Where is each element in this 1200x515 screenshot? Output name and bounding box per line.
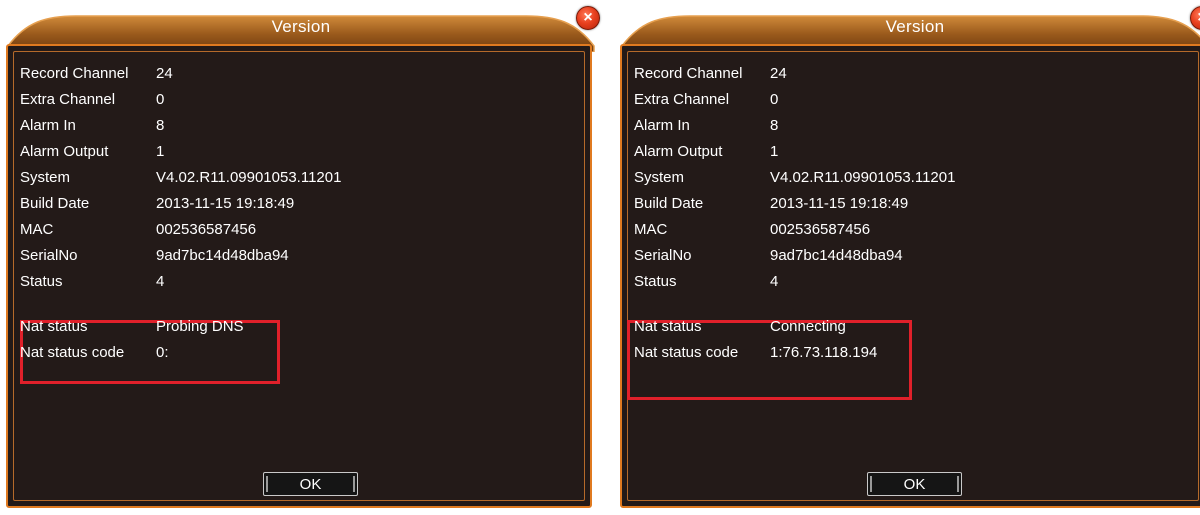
info-label: SerialNo bbox=[20, 247, 78, 264]
ok-button[interactable]: OK bbox=[263, 472, 358, 496]
info-row-build-date: Build Date 2013-11-15 19:18:49 bbox=[20, 191, 341, 217]
info-row-nat-status-code: Nat status code 0: bbox=[20, 340, 244, 366]
version-dialog-left: Version × Record Channel 24 Extra Channel… bbox=[6, 6, 600, 512]
info-label: Alarm Output bbox=[20, 143, 109, 160]
info-label: System bbox=[20, 169, 71, 186]
info-value: 4 bbox=[770, 273, 779, 290]
info-value: 2013-11-15 19:18:49 bbox=[770, 195, 909, 212]
info-value: 0: bbox=[156, 344, 169, 361]
info-row-nat-status: Nat status Connecting bbox=[634, 314, 877, 340]
info-row-alarm-in: Alarm In 8 bbox=[634, 113, 955, 139]
info-row-record-channel: Record Channel 24 bbox=[634, 61, 955, 87]
info-value: 1 bbox=[770, 143, 779, 160]
info-row-record-channel: Record Channel 24 bbox=[20, 61, 341, 87]
info-label: SerialNo bbox=[634, 247, 692, 264]
info-value: 24 bbox=[156, 65, 173, 82]
info-value: 002536587456 bbox=[770, 221, 871, 238]
info-label: Alarm In bbox=[20, 117, 76, 134]
info-row-status: Status 4 bbox=[20, 269, 341, 295]
info-value: 0 bbox=[770, 91, 779, 108]
info-label: MAC bbox=[20, 221, 54, 238]
info-row-serialno: SerialNo 9ad7bc14d48dba94 bbox=[634, 243, 955, 269]
info-label: Nat status code bbox=[20, 344, 125, 361]
info-label: Record Channel bbox=[20, 65, 129, 82]
info-value: 9ad7bc14d48dba94 bbox=[156, 247, 289, 264]
info-label: Status bbox=[20, 273, 63, 290]
info-label: Alarm Output bbox=[634, 143, 723, 160]
info-value: 2013-11-15 19:18:49 bbox=[156, 195, 295, 212]
info-value: 1 bbox=[156, 143, 165, 160]
info-value: Connecting bbox=[770, 318, 846, 335]
info-row-alarm-output: Alarm Output 1 bbox=[20, 139, 341, 165]
info-label: Alarm In bbox=[634, 117, 690, 134]
dialog-title: Version bbox=[271, 17, 331, 36]
info-label: Nat status bbox=[20, 318, 88, 335]
info-label: Nat status code bbox=[634, 344, 739, 361]
info-row-serialno: SerialNo 9ad7bc14d48dba94 bbox=[20, 243, 341, 269]
close-icon[interactable]: × bbox=[576, 6, 600, 30]
info-row-status: Status 4 bbox=[634, 269, 955, 295]
dialog-body: Record Channel 24 Extra Channel 0 Alarm In… bbox=[620, 44, 1200, 508]
info-value: V4.02.R11.09901053.11201 bbox=[770, 169, 956, 186]
info-value: V4.02.R11.09901053.11201 bbox=[156, 169, 342, 186]
info-value: 8 bbox=[156, 117, 165, 134]
info-table: Record Channel 24 Extra Channel 0 Alarm In… bbox=[634, 61, 955, 295]
info-label: Status bbox=[634, 273, 677, 290]
info-label: Record Channel bbox=[634, 65, 743, 82]
info-value: 4 bbox=[156, 273, 165, 290]
info-table: Record Channel 24 Extra Channel 0 Alarm In… bbox=[20, 61, 341, 295]
nat-info: Nat status Probing DNS Nat status code 0: bbox=[20, 314, 244, 366]
info-row-alarm-output: Alarm Output 1 bbox=[634, 139, 955, 165]
info-value: 1:76.73.118.194 bbox=[770, 344, 878, 361]
info-row-system: System V4.02.R11.09901053.11201 bbox=[634, 165, 955, 191]
dialog-title: Version bbox=[885, 17, 945, 36]
info-label: System bbox=[634, 169, 685, 186]
info-label: Extra Channel bbox=[634, 91, 730, 108]
info-row-system: System V4.02.R11.09901053.11201 bbox=[20, 165, 341, 191]
info-value: 002536587456 bbox=[156, 221, 257, 238]
info-value: 24 bbox=[770, 65, 787, 82]
info-value: 9ad7bc14d48dba94 bbox=[770, 247, 903, 264]
dialog-body: Record Channel 24 Extra Channel 0 Alarm In… bbox=[6, 44, 592, 508]
info-label: Build Date bbox=[20, 195, 90, 212]
info-row-nat-status-code: Nat status code 1:76.73.118.194 bbox=[634, 340, 877, 366]
info-label: MAC bbox=[634, 221, 668, 238]
info-label: Extra Channel bbox=[20, 91, 116, 108]
info-value: 8 bbox=[770, 117, 779, 134]
ok-button[interactable]: OK bbox=[867, 472, 962, 496]
nat-info: Nat status Connecting Nat status code 1:76… bbox=[634, 314, 877, 366]
info-row-mac: MAC 002536587456 bbox=[634, 217, 955, 243]
info-row-extra-channel: Extra Channel 0 bbox=[634, 87, 955, 113]
info-row-nat-status: Nat status Probing DNS bbox=[20, 314, 244, 340]
info-row-alarm-in: Alarm In 8 bbox=[20, 113, 341, 139]
info-row-build-date: Build Date 2013-11-15 19:18:49 bbox=[634, 191, 955, 217]
info-row-extra-channel: Extra Channel 0 bbox=[20, 87, 341, 113]
info-label: Nat status bbox=[634, 318, 702, 335]
info-value: 0 bbox=[156, 91, 165, 108]
info-value: Probing DNS bbox=[156, 318, 244, 335]
info-label: Build Date bbox=[634, 195, 704, 212]
info-row-mac: MAC 002536587456 bbox=[20, 217, 341, 243]
version-dialog-right: Version × Record Channel24 Extra Channel… bbox=[620, 6, 1200, 512]
